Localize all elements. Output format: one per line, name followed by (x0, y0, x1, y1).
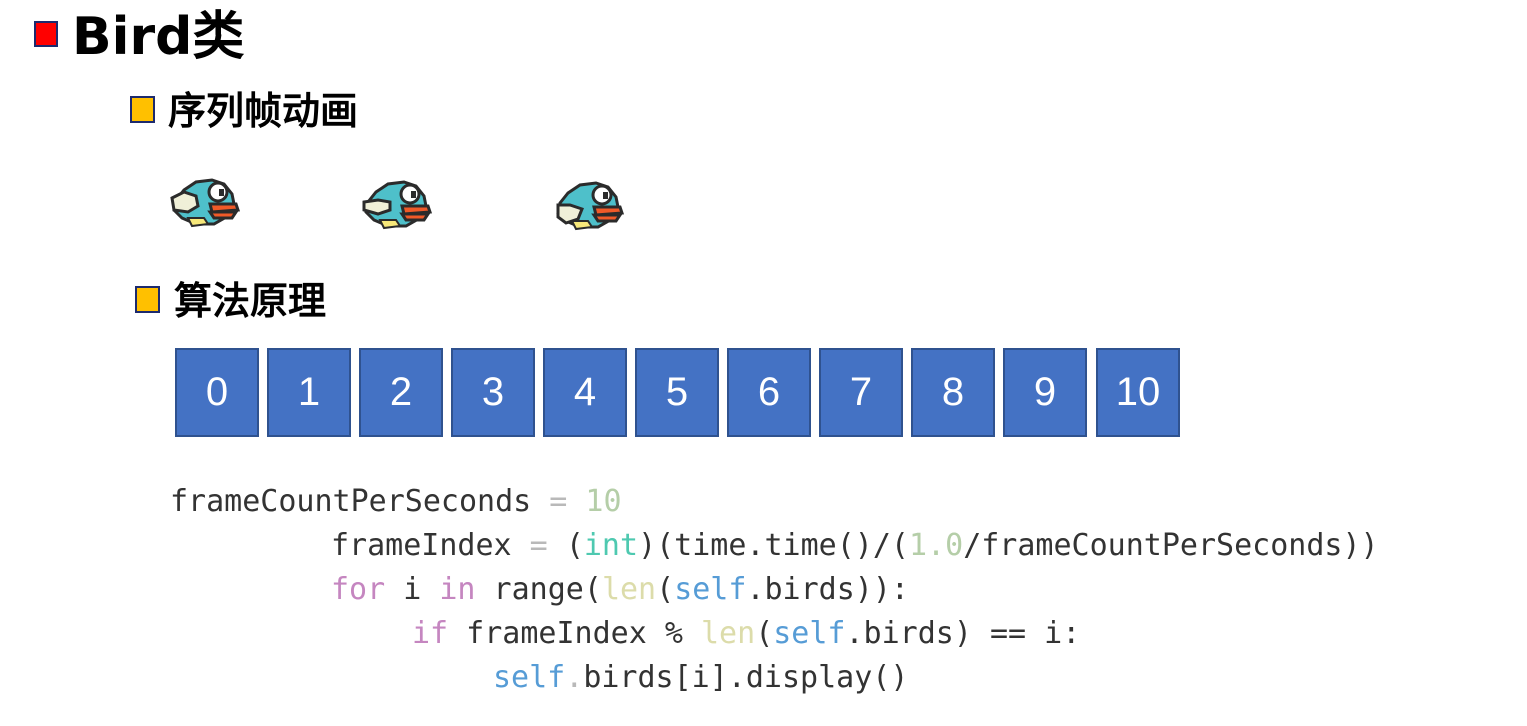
frame-index-box: 8 (911, 348, 995, 437)
frame-index-box: 10 (1096, 348, 1180, 437)
code-line-2: frameIndex = (int)(time.time()/(1.0/fram… (331, 524, 1379, 568)
code-token: .birds) == i: (845, 616, 1081, 651)
code-token: i (385, 572, 440, 607)
code-token: if (412, 616, 449, 651)
code-token: )(time.time()/( (638, 528, 909, 563)
code-token: ( (656, 572, 675, 607)
page-title: Bird类 (72, 7, 245, 67)
bird-frame-2 (362, 180, 432, 230)
frame-index-box: 7 (819, 348, 903, 437)
code-token: /frameCountPerSeconds)) (963, 528, 1379, 563)
code-token: frameCountPerSeconds (170, 484, 532, 519)
code-token: 1.0 (909, 528, 964, 563)
code-token: . (565, 660, 584, 695)
frame-index-box: 6 (727, 348, 811, 437)
code-token: frameIndex % (448, 616, 701, 651)
code-line-5: self.birds[i].display() (493, 656, 908, 700)
code-token: len (701, 616, 756, 651)
section2-bullet (135, 286, 160, 313)
code-token: for (331, 572, 386, 607)
code-token: .birds)): (746, 572, 909, 607)
section1-bullet (130, 96, 155, 123)
frame-index-box: 5 (635, 348, 719, 437)
code-token: in (439, 572, 476, 607)
frame-index-box: 0 (175, 348, 259, 437)
code-token: 10 (585, 484, 622, 519)
frame-index-box: 2 (359, 348, 443, 437)
code-token: self (773, 616, 846, 651)
code-token: ( (565, 528, 584, 563)
code-token: self (674, 572, 747, 607)
frame-index-box: 9 (1003, 348, 1087, 437)
code-line-1: frameCountPerSeconds = 10 (170, 480, 622, 524)
title-bullet (34, 21, 58, 47)
code-token: birds[i].display() (583, 660, 909, 695)
code-token: ( (755, 616, 774, 651)
frame-index-box: 3 (451, 348, 535, 437)
section2-heading: 算法原理 (174, 279, 327, 323)
section1-heading: 序列帧动画 (168, 89, 359, 133)
code-line-3: for i in range(len(self.birds)): (331, 568, 909, 612)
code-token: range( (475, 572, 602, 607)
code-token: int (583, 528, 639, 563)
code-token: len (601, 572, 657, 607)
code-token: = (531, 484, 586, 519)
frame-index-box: 4 (543, 348, 627, 437)
code-token: frameIndex (331, 528, 512, 563)
code-token: = (511, 528, 566, 563)
frame-index-box: 1 (267, 348, 351, 437)
code-line-4: if frameIndex % len(self.birds) == i: (412, 612, 1080, 656)
bird-frame-3 (556, 181, 624, 231)
code-token: self (493, 660, 566, 695)
bird-frame-1 (170, 178, 240, 228)
